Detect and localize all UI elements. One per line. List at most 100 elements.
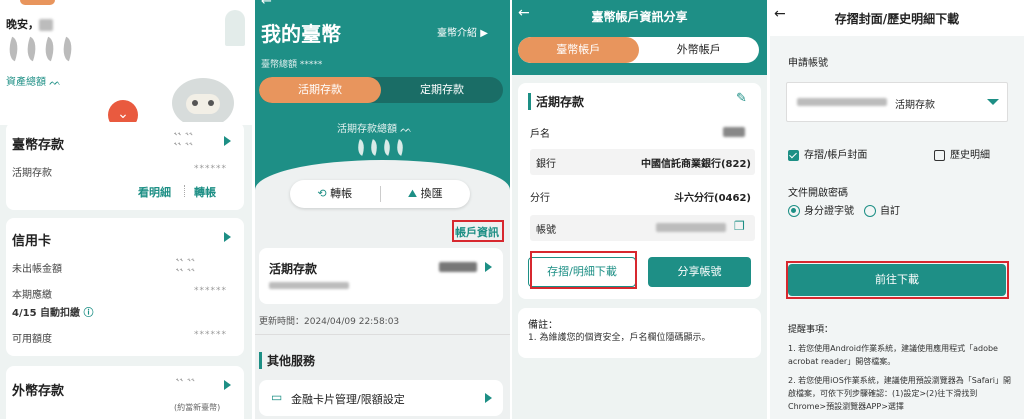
masked-value: ****** [194,164,227,174]
checkbox-unchecked-icon[interactable] [934,149,945,161]
greeting: 晚安， [6,16,53,32]
account-select[interactable]: 活期存款 [786,82,1008,122]
divider [184,185,185,197]
row-value-branch: 斗六分行(0462) [674,193,751,204]
twd-intro-link[interactable]: 臺幣介紹 ▶ [437,24,488,39]
masked-amount [439,262,477,272]
notes-card: 備註： 1. 為維護您的個資安全，戶名欄位隱碼顯示。 [518,308,761,358]
help-icon[interactable]: ⓘ [84,308,94,319]
account-info-card: 活期存款 ✎ 戶名 銀行 中國信託商業銀行(822) 分行 斗六分行(0462)… [518,83,761,299]
page-title: 我的臺幣 [261,22,341,46]
exchange-button[interactable]: ⛰ 換匯 [381,180,471,208]
account-type-tabs: 臺幣帳戶 外幣帳戶 [518,37,759,63]
edit-pencil-icon[interactable]: ✎ [736,91,747,106]
masked-account-number [656,223,726,232]
row-label-bank: 銀行 [536,159,556,170]
apply-account-label: 申請帳號 [788,58,828,69]
card-management-label: 金融卡片管理/限額設定 [291,393,405,406]
demand-balance-label: 活期存款總額 ᨓ [337,124,413,135]
eye-closed-icon[interactable]: ᨓ [400,124,412,135]
masked-amount-birds: ˞˞ ˞˞ [176,376,196,386]
transfer-button[interactable]: ⟲ 轉帳 [290,180,380,208]
copy-icon[interactable]: ❐ [734,219,745,233]
masked-value: ****** [194,286,227,296]
transfer-icon: ⟲ [317,187,327,200]
masked-balance-leaves [4,36,80,63]
header-tab-indicator [20,0,55,5]
highlight-box [530,251,637,289]
foreign-deposit-title: 外幣存款 [12,384,65,399]
credit-card-title: 信用卡 [12,234,52,249]
transfer-link[interactable]: 轉帳 [194,184,216,200]
card-management-arrow[interactable] [485,393,492,406]
available-label: 可用額度 [12,334,52,345]
dropdown-caret-icon[interactable] [987,99,999,105]
card-icon: ▭ [271,390,283,404]
credit-card-card[interactable]: 信用卡 未出帳金額 ˞˞ ˞˞ ˞˞ ˞˞ 本期應繳 ****** 4/15 自動… [6,218,244,356]
share-account-button[interactable]: 分享帳號 [648,257,751,287]
twd-deposit-sub: 活期存款 [12,168,52,179]
card-management-item[interactable]: ▭ 金融卡片管理/限額設定 [259,380,503,416]
masked-balance-leaves [354,139,409,158]
masked-amount-birds: ˞˞ ˞˞ ˞˞ ˞˞ [176,256,196,276]
tab-demand-deposit[interactable]: 活期存款 [259,77,381,103]
row-label-branch: 分行 [530,193,550,204]
section-title: 活期存款 [528,93,584,110]
cover-checkbox[interactable]: 存摺/帳戶封面 [788,146,867,161]
foreign-deposit-arrow[interactable] [224,380,231,393]
due-label: 本期應繳 [12,290,52,301]
highlight-box [452,220,504,242]
demand-account-card[interactable]: 活期存款 [259,248,503,304]
account-select-value: 活期存款 [895,100,935,111]
radio-id-number[interactable]: 身分證字號 [788,202,854,217]
account-share-panel: ← 臺幣帳戶資訊分享 臺幣帳戶 外幣帳戶 活期存款 ✎ 戶名 銀行 中國信託商業… [512,0,767,419]
tab-twd-account[interactable]: 臺幣帳戶 [518,37,639,63]
unbilled-label: 未出帳金額 [12,264,62,275]
masked-account-number [269,282,349,289]
divider [255,334,510,335]
mascot-sloth-illustration [172,78,234,128]
highlight-box [786,261,1009,299]
masked-name [723,127,745,137]
foreign-deposit-card[interactable]: 外幣存款 ˞˞ ˞˞ (約當新臺幣) [6,366,244,419]
radio-unselected-icon[interactable] [864,205,876,217]
twd-equivalent-note: (約當新臺幣) [174,403,221,412]
download-panel: ← 存摺封面/歷史明細下載 申請帳號 活期存款 存摺/帳戶封面 歷史明細 文件開… [770,0,1024,419]
row-label-name: 戶名 [530,129,550,140]
view-detail-link[interactable]: 看明細 [138,184,171,200]
masked-amount-birds: ˞˞ ˞˞ ˞˞ ˞˞ [174,130,194,150]
account-card-arrow[interactable] [485,262,492,275]
radio-custom[interactable]: 自訂 [864,202,900,217]
twd-deposit-card[interactable]: 臺幣存款 ˞˞ ˞˞ ˞˞ ˞˞ 活期存款 ****** 看明細 轉帳 [6,122,244,210]
update-time: 更新時間：2024/04/09 22:58:03 [259,317,400,327]
twd-deposit-title: 臺幣存款 [12,138,65,153]
exchange-icon: ⛰ [407,187,418,200]
checkbox-checked-icon[interactable] [788,149,799,161]
notice-item-2: 2. 若您使用iOS作業系統，建議使用預設瀏覽器為「Safari」開啟檔案，可依… [788,376,1011,411]
twd-deposit-arrow[interactable] [224,136,231,149]
eye-closed-icon[interactable]: ᨓ [49,77,61,88]
back-arrow-icon[interactable]: ← [261,0,272,9]
notice-item-1: 1. 若您使用Android作業系統，建議使用應用程式「adobe acroba… [788,344,998,366]
deposit-type-tabs: 活期存款 定期存款 [259,77,503,103]
page-title: 臺幣帳戶資訊分享 [591,10,688,24]
autopay-label: 4/15 自動扣繳 ⓘ [12,308,94,319]
row-label-account: 帳號 [536,225,556,236]
history-checkbox[interactable]: 歷史明細 [934,146,990,161]
twd-total: 臺幣總額 ***** [261,60,323,70]
masked-account-number [797,98,887,106]
quick-actions-bar: ⟲ 轉帳 ⛰ 換匯 [290,180,470,208]
page-title: 存摺封面/歷史明細下載 [834,12,960,26]
row-value-bank: 中國信託商業銀行(822) [640,159,751,170]
my-twd-panel: ← 我的臺幣 臺幣介紹 ▶ 臺幣總額 ***** 活期存款 定期存款 活期存款總… [255,0,510,419]
other-services-heading: 其他服務 [259,352,315,369]
play-arrow-icon: ▶ [480,28,488,39]
masked-value: ****** [194,330,227,340]
account-card-title: 活期存款 [269,262,318,276]
tab-time-deposit[interactable]: 定期存款 [381,77,503,103]
tab-foreign-account[interactable]: 外幣帳戶 [639,37,760,63]
radio-selected-icon[interactable] [788,205,800,217]
password-label: 文件開啟密碼 [788,188,848,199]
credit-card-arrow[interactable] [224,232,231,245]
notice-title: 提醒事項： [788,325,834,335]
